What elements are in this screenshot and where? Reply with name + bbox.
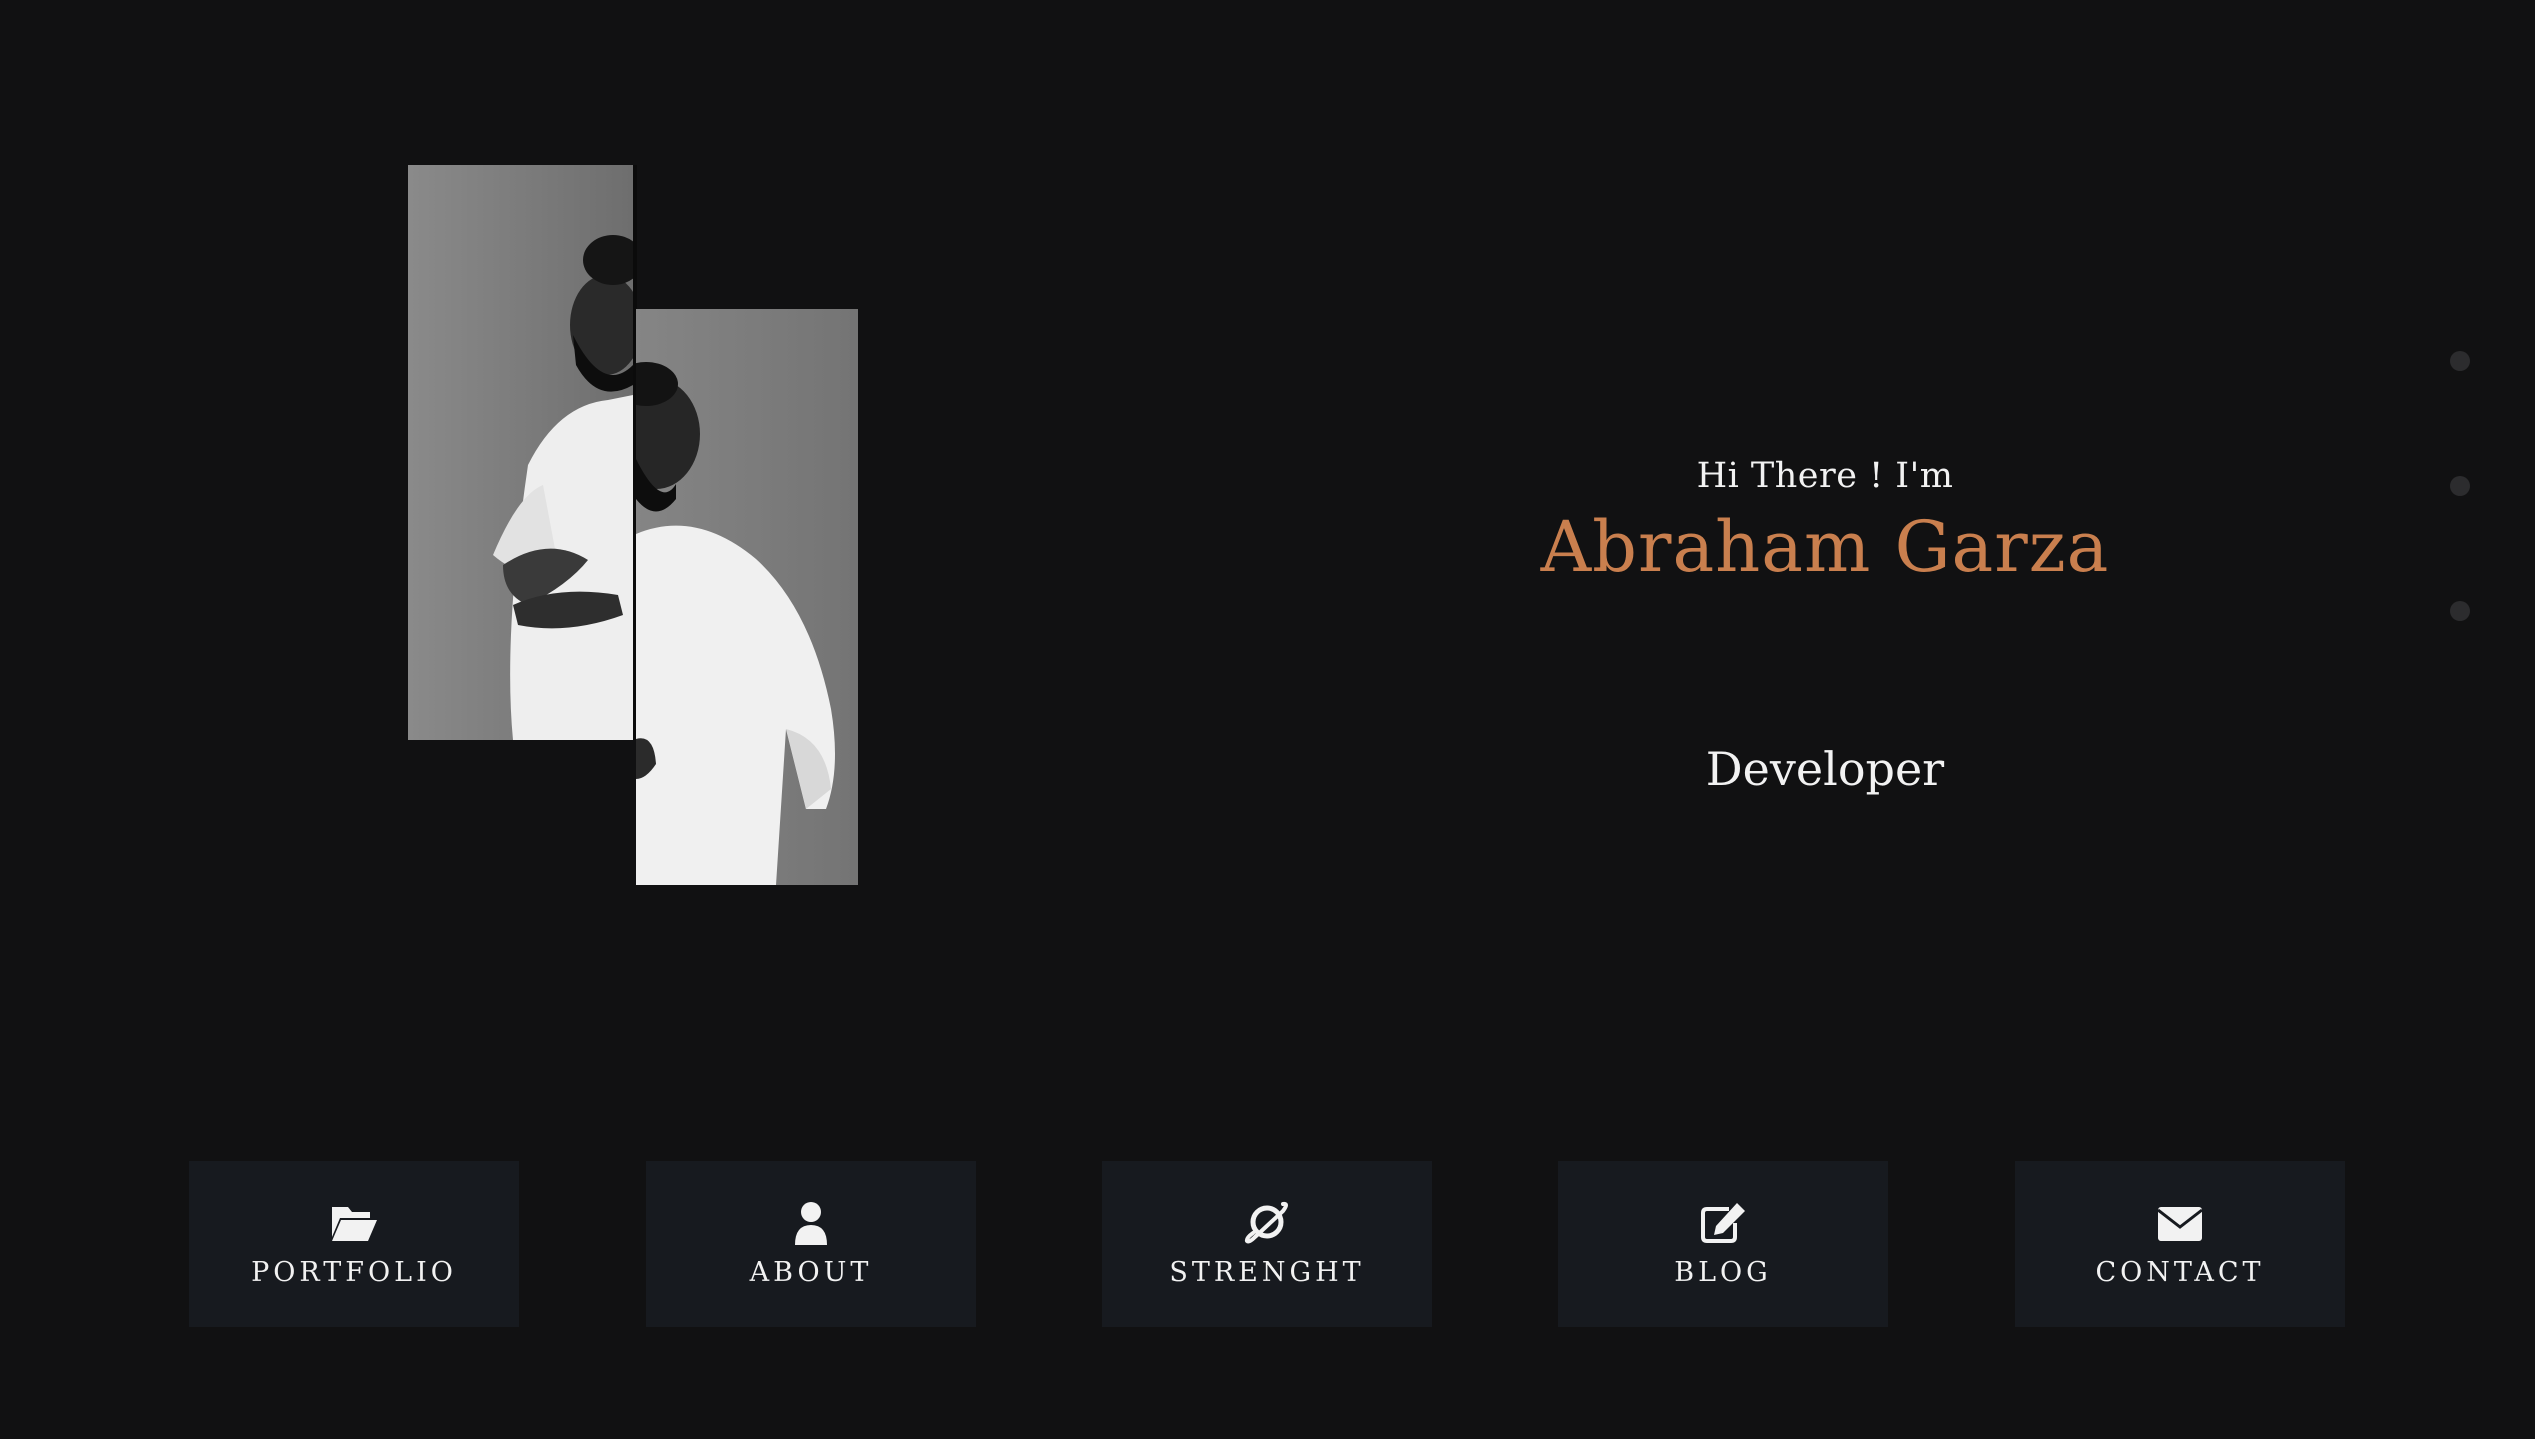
- edit-icon: [1701, 1202, 1745, 1243]
- user-icon: [795, 1201, 827, 1245]
- nav-portfolio-label: PORTFOLIO: [251, 1256, 457, 1288]
- nav-contact-button[interactable]: CONTACT: [2015, 1161, 2345, 1327]
- planet-ring-icon: [1244, 1201, 1288, 1243]
- nav-blog-button[interactable]: BLOG: [1558, 1161, 1888, 1327]
- nav-strenght-label: STRENGHT: [1169, 1256, 1365, 1288]
- nav-strenght-button[interactable]: STRENGHT: [1102, 1161, 1432, 1327]
- slide-dot-2[interactable]: [2450, 476, 2470, 496]
- nav-about-label: ABOUT: [749, 1256, 873, 1288]
- role-text: Developer: [1705, 742, 1945, 796]
- nav-portfolio-button[interactable]: PORTFOLIO: [189, 1161, 519, 1327]
- slide-dot-3[interactable]: [2450, 601, 2470, 621]
- slide-dot-1[interactable]: [2450, 351, 2470, 371]
- nav-about-button[interactable]: ABOUT: [646, 1161, 976, 1327]
- nav-blog-label: BLOG: [1674, 1256, 1772, 1288]
- name-heading: Abraham Garza: [1540, 506, 2110, 588]
- portrait-photo-right: [636, 309, 858, 885]
- nav-contact-label: CONTACT: [2095, 1256, 2265, 1288]
- envelope-icon: [2157, 1206, 2203, 1241]
- folder-open-icon: [332, 1206, 377, 1241]
- portrait-photo-left: [408, 165, 637, 740]
- greeting-text: Hi There ! I'm: [1696, 456, 1954, 496]
- page: Hi There ! I'm Abraham Garza Developer P…: [0, 0, 2535, 1439]
